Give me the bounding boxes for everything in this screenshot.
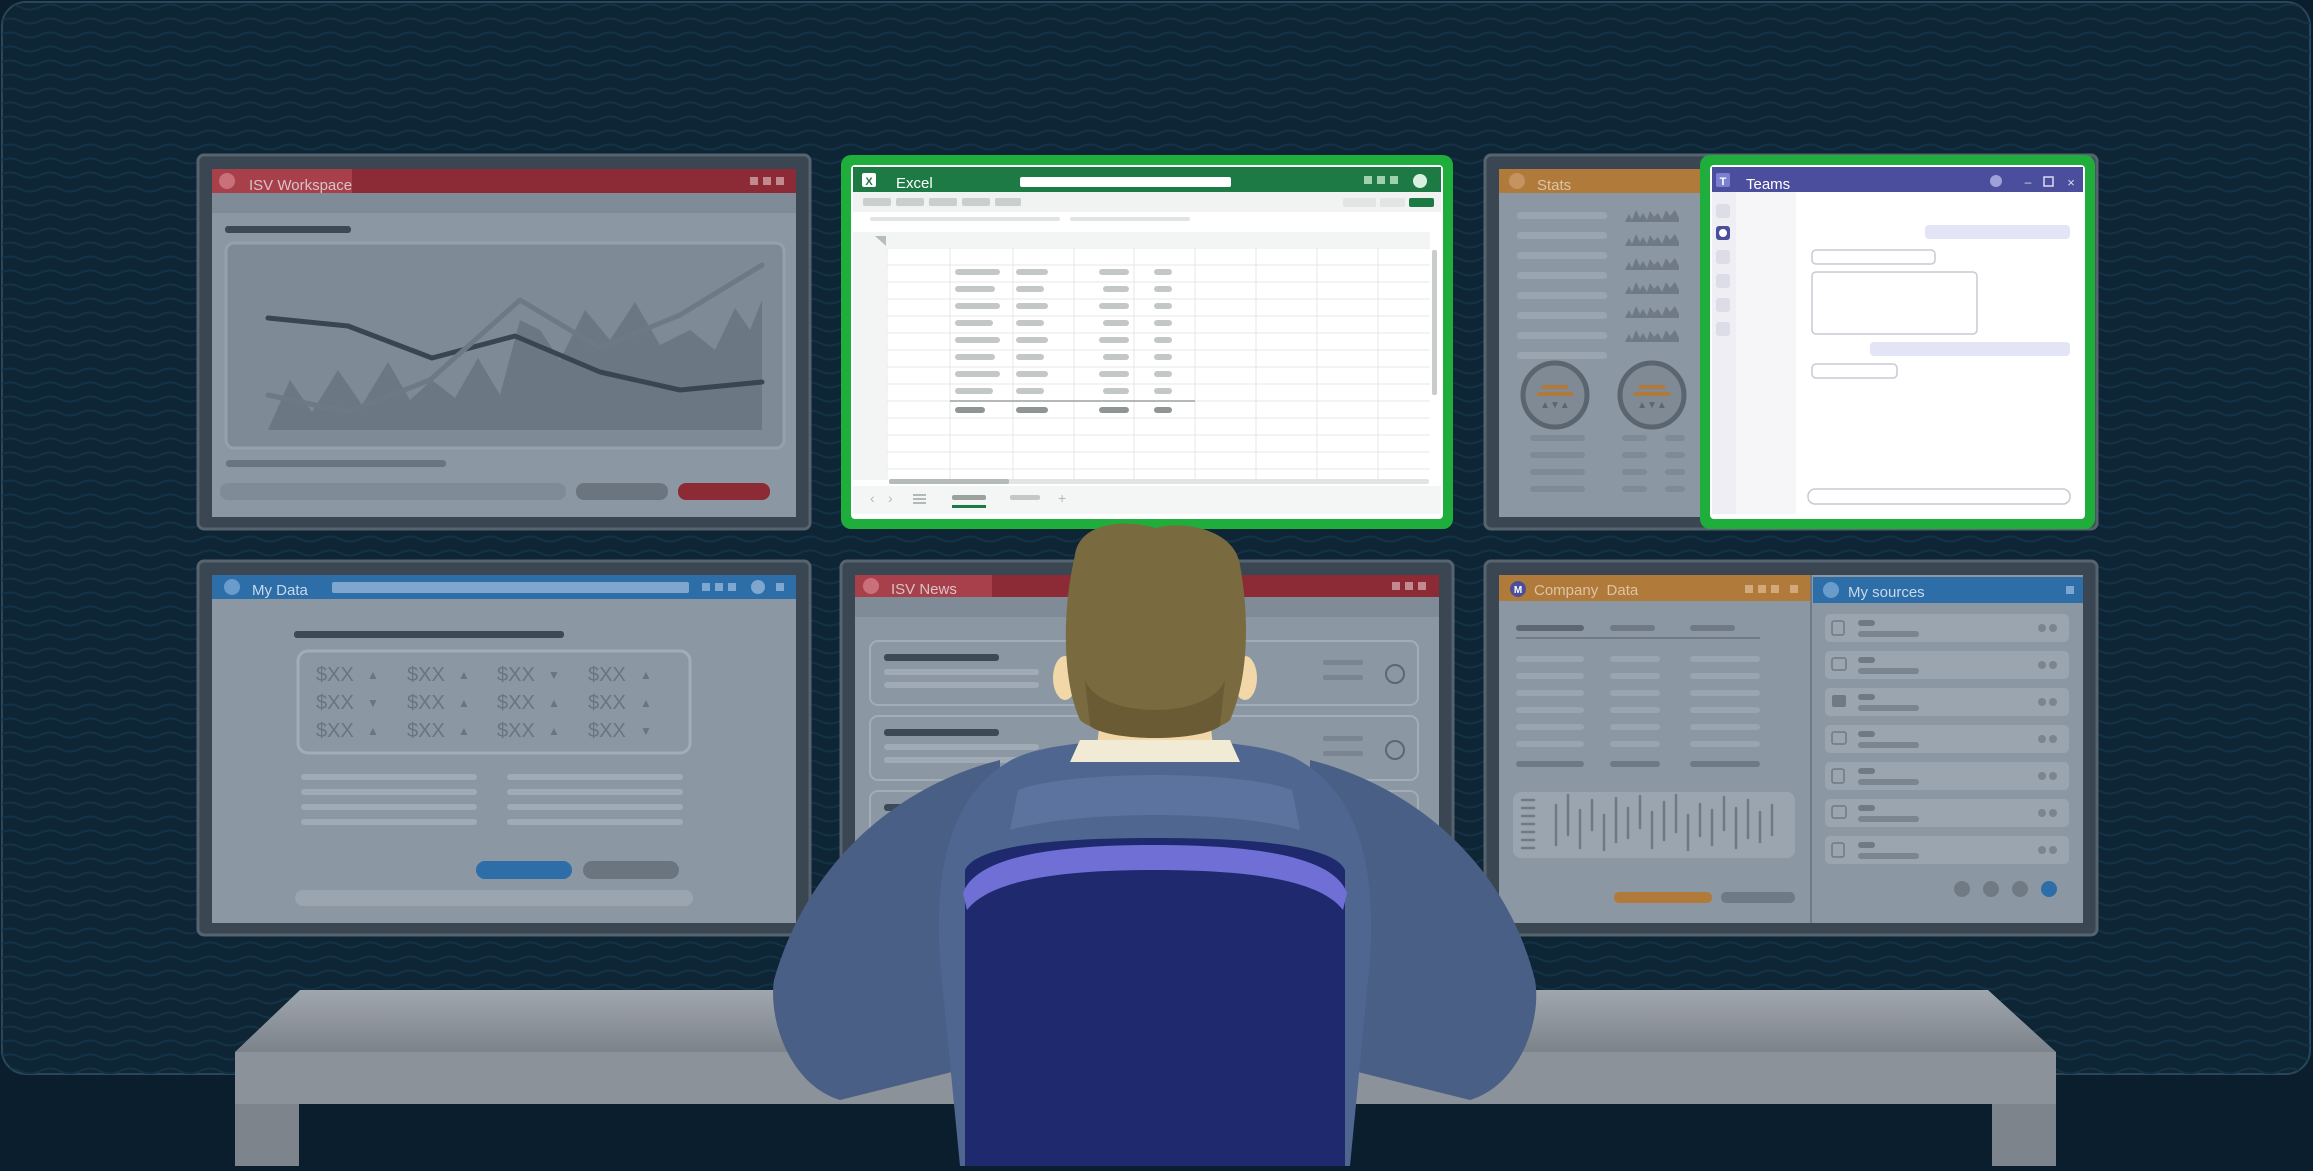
company-data-title: Company Data	[1534, 582, 1639, 599]
monitor-company-data: M Company Data My sources	[1483, 559, 2099, 937]
svg-text:$XX: $XX	[407, 664, 445, 686]
workspace-illustration: ISV Workspace X Excel ‹ › + Stats ▲▼▲ ▲▼…	[1, 1, 2311, 1166]
teams-title: Teams	[1746, 176, 1790, 193]
svg-text:▲: ▲	[367, 668, 379, 682]
message-input	[1807, 488, 2071, 505]
svg-text:▲: ▲	[548, 696, 560, 710]
isv-workspace-title: ISV Workspace	[249, 177, 352, 194]
svg-text:‹: ‹	[870, 490, 875, 506]
svg-text:$XX: $XX	[316, 720, 354, 742]
svg-text:$XX: $XX	[497, 664, 535, 686]
svg-text:$XX: $XX	[588, 720, 626, 742]
svg-text:$XX: $XX	[407, 720, 445, 742]
stats-logo-icon	[1509, 173, 1525, 189]
excel-search-box	[1020, 177, 1231, 187]
svg-text:$XX: $XX	[497, 692, 535, 714]
svg-text:▼: ▼	[640, 724, 652, 738]
isv-workspace-logo-icon	[219, 173, 235, 189]
isv-news-title: ISV News	[891, 581, 957, 598]
monitor-teams: T Teams – ×	[1700, 155, 2095, 529]
svg-text:▲: ▲	[458, 696, 470, 710]
svg-text:▲: ▲	[548, 724, 560, 738]
svg-text:▲▼▲: ▲▼▲	[1540, 400, 1570, 411]
svg-text:$XX: $XX	[588, 692, 626, 714]
my-sources-logo-icon	[1823, 582, 1839, 598]
monitor-my-data: My Data $XX $XX $XX $XX $XX $XX $XX $XX $XX $XX…	[196, 559, 812, 937]
close-icon: ×	[2067, 175, 2075, 190]
svg-text:$XX: $XX	[316, 692, 354, 714]
svg-text:▲▼▲: ▲▼▲	[1637, 400, 1667, 411]
my-sources-title: My sources	[1848, 584, 1925, 601]
minimize-icon: –	[2025, 175, 2032, 189]
monitor-excel: X Excel ‹ › +	[841, 155, 1453, 529]
svg-text:▲: ▲	[458, 668, 470, 682]
teams-logo-icon: T	[1720, 176, 1727, 188]
isv-news-logo-icon	[863, 578, 879, 594]
svg-text:$XX: $XX	[497, 720, 535, 742]
svg-text:▼: ▼	[548, 668, 560, 682]
excel-logo-icon: X	[865, 176, 873, 188]
svg-text:$XX: $XX	[588, 664, 626, 686]
my-data-title: My Data	[252, 582, 309, 599]
svg-text:▲: ▲	[640, 696, 652, 710]
svg-text:▲: ▲	[458, 724, 470, 738]
svg-text:+: +	[1058, 490, 1066, 506]
my-data-logo-icon	[224, 579, 240, 595]
svg-text:▼: ▼	[367, 696, 379, 710]
sources-list	[1825, 614, 2069, 864]
company-data-logo-icon: M	[1514, 585, 1522, 596]
svg-text:$XX: $XX	[407, 692, 445, 714]
excel-title: Excel	[896, 175, 933, 192]
svg-text:▲: ▲	[367, 724, 379, 738]
svg-text:▲: ▲	[640, 668, 652, 682]
monitor-isv-workspace: ISV Workspace	[196, 153, 812, 531]
svg-text:›: ›	[888, 490, 893, 506]
stats-title: Stats	[1537, 177, 1571, 194]
svg-text:$XX: $XX	[316, 664, 354, 686]
